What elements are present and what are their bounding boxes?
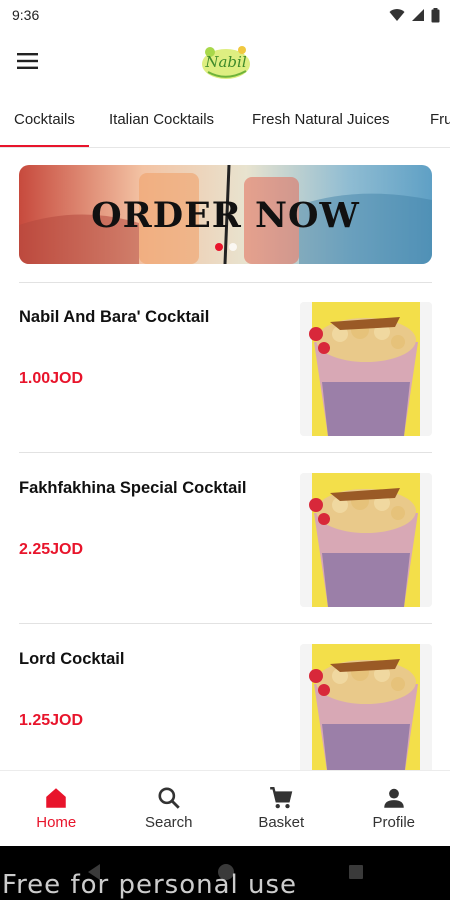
menu-icon[interactable] (16, 51, 40, 71)
tab-italian-cocktails[interactable]: Italian Cocktails (109, 100, 214, 147)
nav-search[interactable]: Search (113, 771, 226, 846)
home-icon (46, 788, 66, 808)
logo-text: Nabil (204, 53, 246, 71)
item-image[interactable] (300, 302, 432, 436)
order-now-banner[interactable]: ORDER NOW (19, 165, 432, 264)
carousel-indicator (19, 243, 432, 251)
item-name: Nabil And Bara' Cocktail (19, 308, 210, 326)
bottom-navigation: Home Search Basket Profile (0, 770, 450, 846)
app-logo: Nabil (202, 46, 250, 79)
item-image[interactable] (300, 644, 432, 770)
system-navigation-bar: Free for personal use (0, 846, 450, 900)
item-name: Lord Cocktail (19, 650, 125, 668)
item-image[interactable] (300, 473, 432, 607)
search-icon (158, 787, 180, 809)
carousel-dot-active[interactable] (214, 243, 223, 251)
cart-icon (270, 787, 293, 809)
menu-item-fakhfakhina-special[interactable]: Fakhfakhina Special Cocktail 2.25JOD (19, 473, 432, 613)
watermark-text: Free for personal use (2, 870, 298, 900)
tab-cocktails[interactable]: Cocktails (0, 100, 89, 147)
recents-icon[interactable] (346, 862, 366, 882)
nav-label: Profile (372, 814, 416, 831)
tab-fresh-natural-juices[interactable]: Fresh Natural Juices (252, 100, 390, 147)
nav-profile[interactable]: Profile (338, 771, 450, 846)
cocktail-cup-image (300, 302, 432, 436)
person-icon (384, 788, 404, 808)
nav-label: Home (36, 814, 77, 831)
battery-icon (431, 7, 440, 22)
app-bar: Nabil (0, 30, 450, 92)
cocktail-cup-image (300, 644, 432, 770)
menu-item-nabil-and-bara[interactable]: Nabil And Bara' Cocktail 1.00JOD (19, 302, 432, 442)
status-icons (389, 7, 440, 23)
status-time: 9:36 (12, 7, 40, 23)
divider (19, 623, 432, 624)
tab-fru[interactable]: Fru (430, 100, 450, 147)
category-tabs: Cocktails Italian Cocktails Fresh Natura… (0, 100, 450, 148)
wifi-icon (389, 9, 405, 21)
divider (19, 452, 432, 453)
nav-label: Search (144, 814, 193, 831)
status-bar: 9:36 (0, 0, 450, 30)
divider (19, 282, 432, 283)
banner-title: ORDER NOW (91, 195, 360, 236)
item-name: Fakhfakhina Special Cocktail (19, 479, 247, 497)
nav-label: Basket (258, 814, 305, 831)
carousel-dot[interactable] (228, 243, 237, 251)
nav-basket[interactable]: Basket (225, 771, 338, 846)
signal-icon (412, 9, 424, 21)
nav-home[interactable]: Home (0, 771, 113, 846)
menu-item-lord-cocktail[interactable]: Lord Cocktail 1.25JOD (19, 644, 432, 770)
item-price: 2.25JOD (19, 541, 84, 558)
item-price: 1.00JOD (19, 370, 84, 387)
cocktail-cup-image (300, 473, 432, 607)
content-list[interactable]: ORDER NOW Nabil And Bara' Cocktail 1.00J… (0, 148, 450, 770)
item-price: 1.25JOD (19, 712, 84, 729)
